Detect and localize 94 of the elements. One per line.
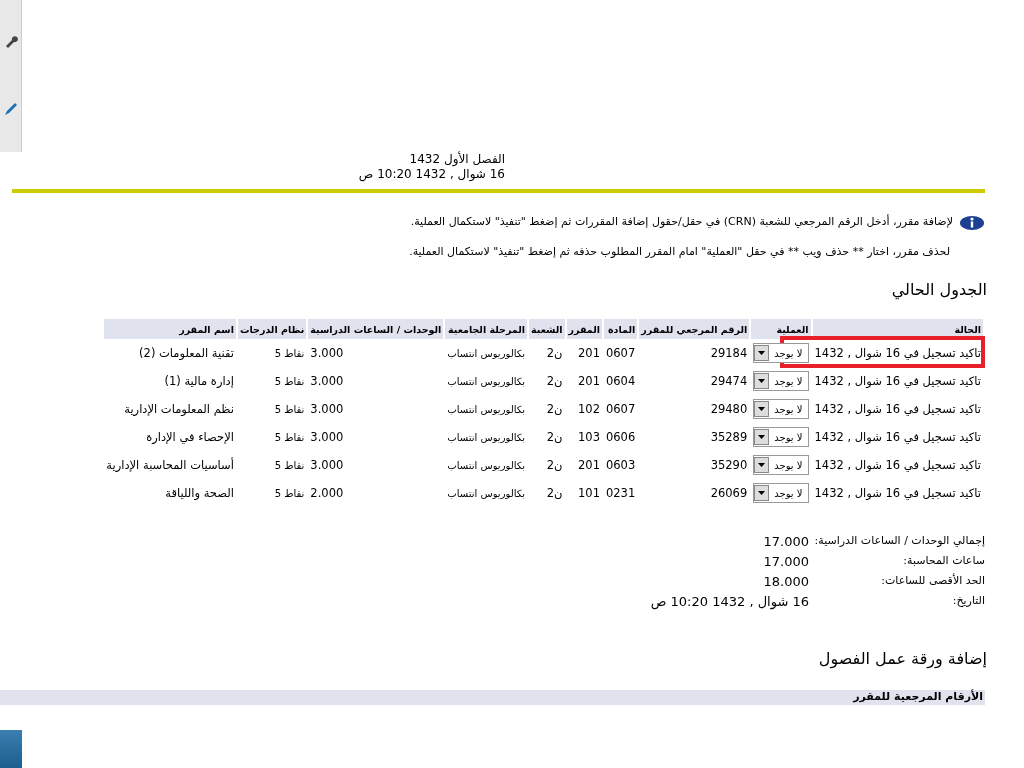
total-value: 16 شوال , 1432 10:20 ص	[649, 594, 809, 609]
table-cell: ن2	[546, 402, 563, 416]
info-icon	[959, 215, 985, 231]
table-cell: 101	[578, 486, 600, 500]
table-cell: نقاط 5	[274, 431, 305, 443]
table-cell: 0603	[606, 458, 636, 472]
total-value: 18.000	[762, 574, 809, 589]
table-cell: بكالوريوس انتساب	[447, 487, 526, 499]
table-cell: تاكيد تسجيل في 16 شوال , 1432	[814, 486, 981, 500]
table-cell: 0604	[606, 374, 636, 388]
table-cell: نقاط 5	[274, 403, 305, 415]
table-cell: تاكيد تسجيل في 16 شوال , 1432	[814, 346, 981, 360]
operation-dropdown[interactable]: لا يوجد	[753, 371, 809, 391]
table-cell: إدارة مالية (1)	[164, 374, 234, 388]
table-cell: 3.000	[310, 458, 344, 472]
table-cell: 103	[578, 430, 600, 444]
column-header: الوحدات / الساعات الدراسية	[308, 319, 444, 339]
table-cell: تاكيد تسجيل في 16 شوال , 1432	[814, 374, 981, 388]
table-cell: 3.000	[310, 346, 344, 360]
table-cell: بكالوريوس انتساب	[447, 375, 526, 387]
table-cell: 26069	[710, 486, 748, 500]
column-header: الشعبة	[529, 319, 565, 339]
operation-dropdown[interactable]: لا يوجد	[753, 455, 809, 475]
section-heading: إضافة ورقة عمل الفصول	[817, 649, 987, 668]
table-cell: الصحة واللياقة	[165, 486, 234, 500]
caret-icon	[758, 379, 766, 383]
table-cell: بكالوريوس انتساب	[447, 347, 526, 359]
table-cell: 0231	[606, 486, 636, 500]
table-cell: 102	[578, 402, 600, 416]
total-value: 17.000	[762, 534, 809, 549]
operation-dropdown[interactable]: لا يوجد	[753, 427, 809, 447]
total-label: ساعات المحاسبة:	[902, 554, 985, 569]
table-cell: 3.000	[310, 430, 344, 444]
table-cell: نقاط 5	[274, 375, 305, 387]
table-cell: 29184	[710, 346, 748, 360]
total-label: التاريخ:	[951, 594, 985, 609]
column-header: الرقم المرجعي للمقرر	[639, 319, 750, 339]
table-cell: ن2	[546, 346, 563, 360]
section-heading: الجدول الحالي	[890, 280, 987, 299]
column-header: المقرر	[566, 319, 602, 339]
table-cell: 0607	[606, 402, 636, 416]
operation-dropdown[interactable]: لا يوجد	[753, 483, 809, 503]
column-header: المرحلة الجامعية	[445, 319, 528, 339]
table-cell: تاكيد تسجيل في 16 شوال , 1432	[814, 458, 981, 472]
operation-dropdown[interactable]: لا يوجد	[753, 343, 809, 363]
table-cell: 0607	[606, 346, 636, 360]
pencil-icon[interactable]	[3, 102, 18, 116]
column-header: اسم المقرر	[104, 319, 236, 339]
column-header: الحالة	[812, 319, 983, 339]
table-cell: ن2	[546, 458, 563, 472]
caret-icon	[758, 463, 766, 467]
table-cell: 201	[578, 374, 600, 388]
info-message: لحذف مقرر، اختار ** حذف ويب ** في حقل "العملية" امام المقرر المطلوب حذفه ثم إضغط "تنفيذ" لاستكمال العملية.	[408, 245, 950, 258]
table-cell: ن2	[546, 486, 563, 500]
table-cell: تقنية المعلومات (2)	[139, 346, 234, 360]
table-cell: بكالوريوس انتساب	[447, 459, 526, 471]
table-cell: 35289	[710, 430, 748, 444]
table-cell: 3.000	[310, 374, 344, 388]
table-cell: تاكيد تسجيل في 16 شوال , 1432	[814, 402, 981, 416]
caret-icon	[758, 351, 766, 355]
table-cell: 29474	[710, 374, 748, 388]
table-cell: بكالوريوس انتساب	[447, 431, 526, 443]
operation-dropdown[interactable]: لا يوجد	[753, 399, 809, 419]
column-header: المادة	[604, 319, 638, 339]
table-cell: نقاط 5	[274, 347, 305, 359]
column-header: الأرقام المرجعية للمقرر	[0, 690, 985, 705]
table-cell: 3.000	[310, 402, 344, 416]
term-date: 16 شوال , 1432 10:20 ص	[357, 167, 505, 182]
table-cell: 201	[578, 458, 600, 472]
table-cell: 2.000	[310, 486, 344, 500]
table-cell: 0606	[606, 430, 636, 444]
table-cell: بكالوريوس انتساب	[447, 403, 526, 415]
table-cell: ن2	[546, 374, 563, 388]
caret-icon	[758, 407, 766, 411]
table-cell: نقاط 5	[274, 487, 305, 499]
total-value: 17.000	[762, 554, 809, 569]
table-cell: 29480	[710, 402, 748, 416]
term-title: الفصل الأول 1432	[408, 152, 505, 167]
table-cell: تاكيد تسجيل في 16 شوال , 1432	[814, 430, 981, 444]
column-header: نظام الدرجات	[237, 319, 307, 339]
info-message: لإضافة مقرر، أدخل الرقم المرجعي للشعبة (CRN) في حقل/حقول إضافة المقررات ثم إضغط "تنفيذ" لاستكمال العملية.	[410, 215, 953, 228]
caret-icon	[758, 435, 766, 439]
caret-icon	[758, 491, 766, 495]
table-cell: 201	[578, 346, 600, 360]
table-cell: أساسيات المحاسبة الإدارية	[106, 458, 234, 472]
total-label: الحد الأقصى للساعات:	[880, 574, 985, 589]
table-cell: نقاط 5	[274, 459, 305, 471]
table-cell: نظم المعلومات الإدارية	[124, 402, 234, 416]
column-header: العملية	[751, 319, 811, 339]
taskbar	[0, 730, 22, 768]
table-cell: ن2	[546, 430, 563, 444]
table-cell: 35290	[710, 458, 748, 472]
table-cell: الإحصاء في الإدارة	[146, 430, 234, 444]
total-label: إجمالي الوحدات / الساعات الدراسية:	[813, 534, 985, 549]
